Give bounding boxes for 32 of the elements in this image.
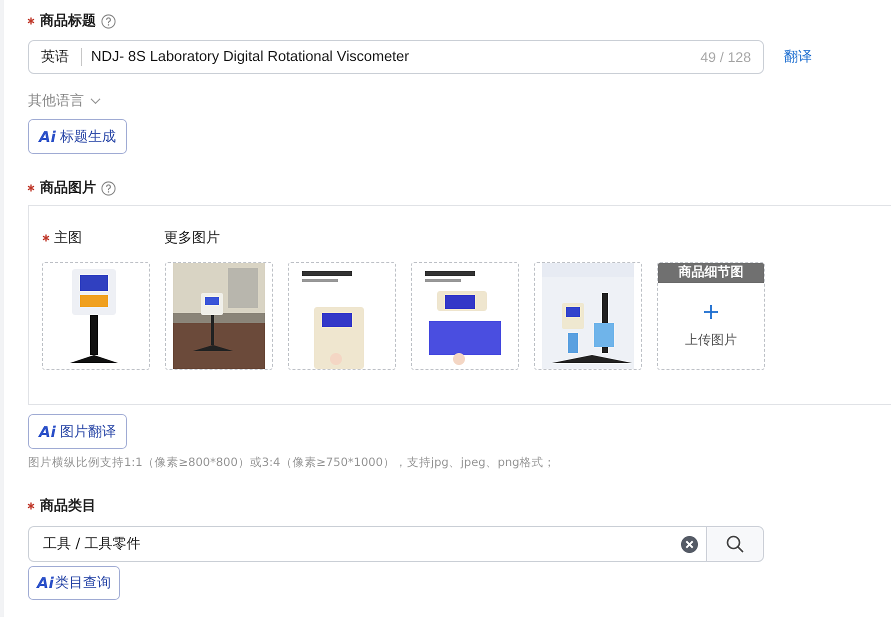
ai-image-translate-button[interactable]: Ai 图片翻译: [28, 414, 127, 449]
language-selector[interactable]: 英语: [41, 48, 82, 66]
title-input[interactable]: 英语 NDJ- 8S Laboratory Digital Rotational Viscometer 49 / 128: [28, 40, 764, 74]
search-icon: [725, 534, 745, 554]
image-slot[interactable]: [165, 262, 273, 370]
ai-category-button[interactable]: Ai类目查询: [28, 566, 120, 600]
image-slot[interactable]: [42, 262, 150, 370]
chevron-down-icon: [90, 97, 101, 105]
help-icon[interactable]: [101, 14, 116, 28]
input-value: NDJ- 8S Laboratory Digital Rotational Viscometer: [91, 49, 410, 65]
input-value: 工具 / 工具零件: [43, 535, 142, 553]
search-button[interactable]: [706, 526, 764, 562]
translate-link[interactable]: 翻译: [784, 48, 812, 66]
help-icon[interactable]: [101, 180, 116, 196]
field-label: 商品类目: [40, 497, 96, 515]
plus-icon: [703, 304, 719, 320]
image-slot[interactable]: [411, 262, 519, 370]
ai-title-button[interactable]: Ai 标题生成: [28, 119, 127, 154]
upload-slot[interactable]: 商品细节图 上传图片: [657, 262, 765, 370]
more-images-label: 更多图片: [164, 229, 220, 247]
main-image-label: 主图: [54, 229, 82, 247]
other-languages-toggle[interactable]: 其他语言: [28, 92, 101, 110]
image-slot[interactable]: [288, 262, 396, 370]
slot-header: 商品细节图: [658, 263, 764, 283]
category-input[interactable]: 工具 / 工具零件: [28, 526, 706, 562]
upload-label: 上传图片: [685, 332, 737, 349]
field-label: 商品标题: [40, 12, 96, 30]
character-counter: 49 / 128: [700, 49, 751, 65]
image-hint: 图片横纵比例支持1:1（像素≥800*800）或3:4（像素≥750*1000），支持jpg、jpeg、png格式；: [28, 455, 556, 470]
clear-icon[interactable]: [681, 536, 698, 552]
field-label: 商品图片: [40, 179, 96, 197]
image-slot[interactable]: [534, 262, 642, 370]
